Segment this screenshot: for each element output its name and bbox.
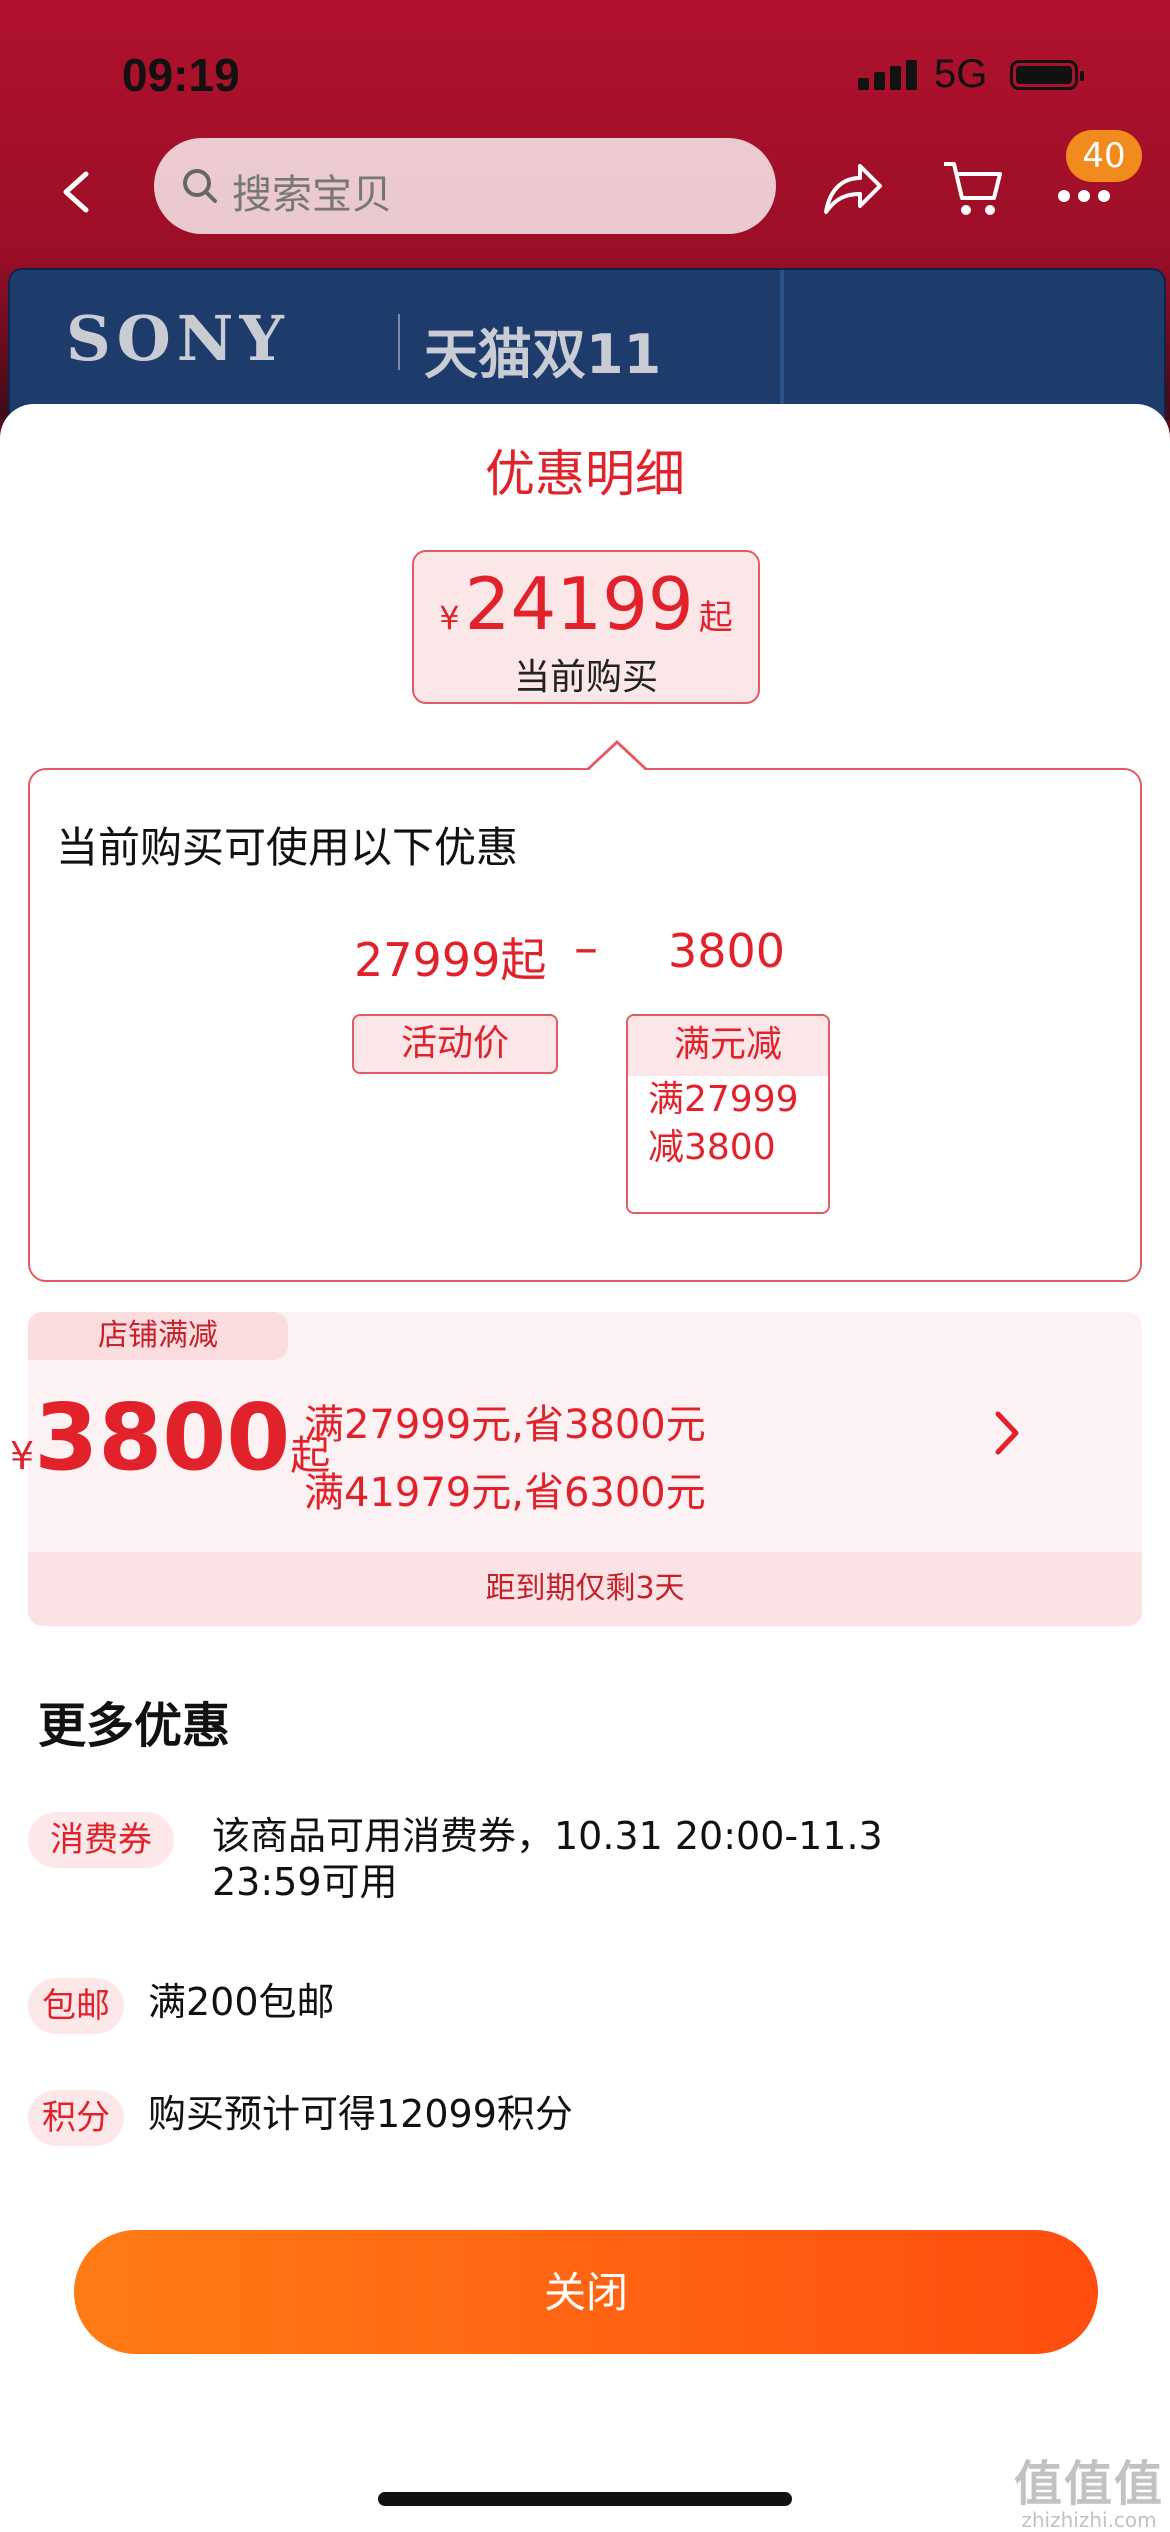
- coupon-text-line2: 23:59可用: [212, 1860, 398, 1904]
- free-shipping-tag: 包邮: [28, 1978, 124, 2034]
- battery-icon: [1010, 60, 1084, 90]
- search-placeholder: 搜索宝贝: [232, 172, 392, 218]
- full-reduction-threshold: 满27999: [648, 1079, 799, 1120]
- minus-sign: –: [574, 920, 598, 976]
- shop-discount-amount: ¥3800起: [10, 1384, 330, 1491]
- points-tag: 积分: [28, 2090, 124, 2146]
- current-price-box: ¥ 24199 起 当前购买: [412, 550, 760, 704]
- currency-symbol: ¥: [439, 599, 460, 637]
- points-text: 购买预计可得12099积分: [148, 2092, 573, 2136]
- top-navigation: 搜索宝贝 40: [0, 130, 1170, 248]
- home-indicator[interactable]: [378, 2492, 792, 2506]
- banner-separator: [398, 314, 400, 370]
- more-discounts-title: 更多优惠: [38, 1698, 231, 1754]
- full-reduction-tag: 满元减 满27999 减3800: [626, 1014, 830, 1214]
- back-icon[interactable]: [56, 168, 96, 216]
- activity-price: 27999起: [354, 933, 547, 987]
- coupon-tag: 消费券: [28, 1812, 174, 1868]
- chevron-right-icon[interactable]: [992, 1410, 1022, 1460]
- shop-rule-1: 满27999元,省3800元: [304, 1402, 706, 1448]
- price-suffix: 起: [698, 598, 733, 638]
- sheet-title: 优惠明细: [485, 445, 685, 503]
- search-icon: [180, 166, 220, 210]
- cart-badge: 40: [1066, 130, 1142, 182]
- current-price-label: 当前购买: [513, 657, 658, 698]
- expiry-notice: 距到期仅剩3天: [28, 1552, 1142, 1626]
- full-reduction-title: 满元减: [628, 1016, 828, 1076]
- share-icon[interactable]: [820, 158, 884, 222]
- status-time: 09:19: [122, 49, 240, 101]
- amount-value: 3800: [34, 1384, 291, 1491]
- activity-price-tag: 活动价: [352, 1014, 558, 1074]
- watermark-logo: 值值值: [1014, 2456, 1165, 2512]
- discount-detail-sheet: 优惠明细 ¥ 24199 起 当前购买 当前购买可使用以下优惠 27999起 –…: [0, 404, 1170, 2532]
- watermark-url: zhizhizhi.com: [1021, 2508, 1157, 2532]
- search-input[interactable]: 搜索宝贝: [154, 138, 776, 234]
- shop-discount-card[interactable]: 店铺满减 ¥3800起 满27999元,省3800元 满41979元,省6300…: [10, 1312, 1142, 1626]
- watermark: 值值值 zhizhizhi.com: [1014, 2444, 1164, 2532]
- full-reduction-amount: 减3800: [648, 1127, 776, 1168]
- brand-logo: SONY: [66, 302, 290, 375]
- current-price-value: 24199: [464, 562, 694, 646]
- discount-breakdown: 当前购买可使用以下优惠 27999起 – 3800 活动价 满元减 满27999…: [28, 740, 1142, 1282]
- close-button[interactable]: 关闭: [74, 2230, 1098, 2354]
- currency-symbol: ¥: [10, 1434, 35, 1478]
- event-logo: 天猫双11: [424, 323, 662, 386]
- free-shipping-text: 满200包邮: [148, 1980, 335, 2024]
- status-bar: 09:19 5G: [0, 0, 1170, 150]
- network-type: 5G: [934, 52, 988, 96]
- coupon-text-line1: 该商品可用消费券，10.31 20:00-11.3: [212, 1814, 883, 1858]
- breakdown-heading: 当前购买可使用以下优惠: [56, 823, 519, 872]
- cart-icon[interactable]: [940, 158, 1006, 224]
- shop-discount-tab: 店铺满减: [28, 1312, 288, 1360]
- shop-rule-2: 满41979元,省6300元: [304, 1470, 706, 1516]
- signal-icon: [858, 60, 922, 90]
- discount-amount: 3800: [668, 924, 786, 978]
